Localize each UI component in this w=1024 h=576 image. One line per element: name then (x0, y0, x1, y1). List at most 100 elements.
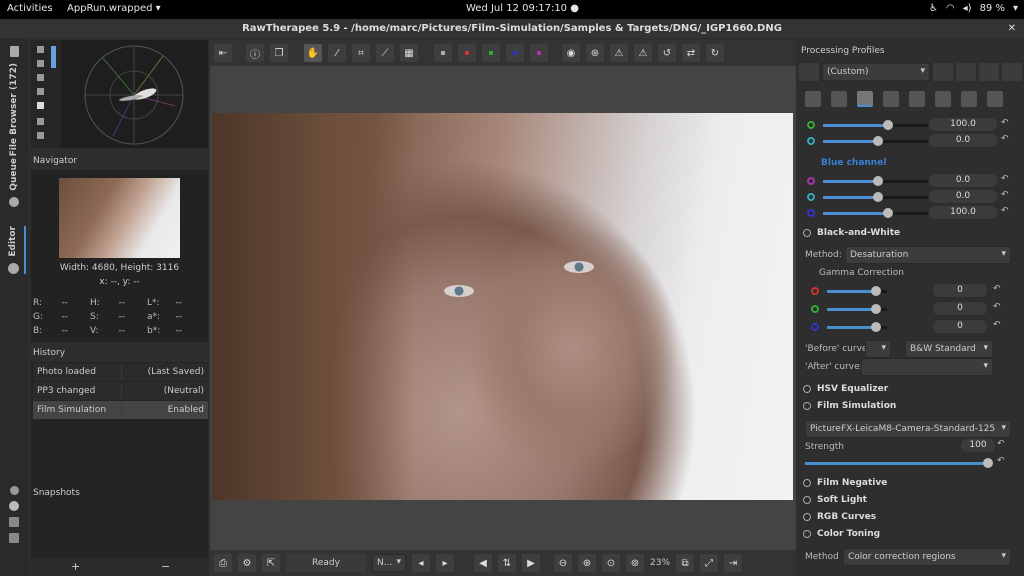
power-icon[interactable] (803, 529, 811, 538)
slider-value[interactable]: 0.0 (929, 190, 997, 203)
focus-mask-icon[interactable]: ◉ (562, 44, 580, 62)
prev-arrow-icon[interactable]: ◀ (474, 554, 492, 572)
navigator-thumbnail[interactable] (59, 178, 180, 258)
slider-value[interactable]: 0 (933, 302, 987, 315)
color-toning-header[interactable]: Color Toning (803, 529, 1009, 545)
reset-icon[interactable]: ↶ (1001, 206, 1009, 216)
add-snapshot-button[interactable]: + (71, 560, 80, 573)
reset-icon[interactable]: ↶ (1001, 190, 1009, 200)
reset-icon[interactable]: ↶ (1001, 118, 1009, 128)
local-tab-icon[interactable] (909, 91, 925, 107)
preview-channel-rgb[interactable] (434, 44, 452, 62)
slider-value[interactable]: 100.0 (929, 118, 997, 131)
film-negative-header[interactable]: Film Negative (803, 478, 1009, 494)
hide-left-panel-button[interactable]: ⇤ (214, 44, 232, 62)
next-arrow-icon[interactable]: ▶ (522, 554, 540, 572)
history-row[interactable]: Film Simulation Enabled (33, 401, 208, 419)
raw-tab-icon[interactable] (961, 91, 977, 107)
mixer-slider[interactable]: 0.0 ↶ (805, 134, 1011, 148)
zoom-100-icon[interactable]: ⊚ (626, 554, 644, 572)
zoom-in-icon[interactable]: ⊕ (578, 554, 596, 572)
fullscreen-toggle-icon[interactable]: ⤢ (700, 554, 719, 572)
info-icon[interactable]: ⓘ (246, 44, 264, 62)
help-icon[interactable] (9, 501, 19, 511)
sharpen-mask-icon[interactable]: ⊛ (586, 44, 604, 62)
slider-value[interactable]: 100.0 (929, 206, 997, 219)
crop-icon[interactable]: ⌗ (352, 44, 370, 62)
rotate-right-icon[interactable]: ↻ (706, 44, 724, 62)
main-photo-preview[interactable] (212, 113, 793, 500)
tab-queue[interactable]: Queue (2, 158, 26, 207)
zoom-out-icon[interactable]: ⊖ (554, 554, 572, 572)
flip-icon[interactable]: ⇄ (682, 44, 700, 62)
color-picker-icon[interactable]: ⁄ (328, 44, 346, 62)
close-icon[interactable]: ✕ (1008, 19, 1016, 38)
save-icon[interactable]: ⎙ (214, 554, 232, 572)
metadata-tab-icon[interactable] (987, 91, 1003, 107)
tab-file-browser[interactable]: File Browser (172) (2, 46, 26, 156)
straighten-icon[interactable]: ⟋ (376, 44, 394, 62)
clock[interactable]: Wed Jul 12 09:17:10 ● (466, 3, 579, 14)
sync-icon[interactable]: ⇅ (498, 554, 516, 572)
detail-tab-icon[interactable] (831, 91, 847, 107)
app-menu[interactable]: AppRun.wrapped ▾ (67, 3, 161, 14)
profile-list-icon[interactable] (799, 63, 819, 81)
next-image-icon[interactable]: ▸ (436, 554, 454, 572)
save-profile-icon[interactable] (956, 63, 976, 81)
histogram-blue-toggle[interactable] (37, 74, 44, 81)
soft-light-header[interactable]: Soft Light (803, 495, 1009, 511)
gamma-slider[interactable]: 0 ↶ (809, 302, 1011, 316)
transform-tab-icon[interactable] (935, 91, 951, 107)
slider-value[interactable]: 0 (933, 320, 987, 333)
new-detail-window-icon[interactable]: ⧉ (676, 554, 695, 572)
strength-value[interactable]: 100 (961, 439, 995, 452)
highlight-warning-icon[interactable]: ⚠ (634, 44, 652, 62)
system-tray[interactable]: ♿ ◠ ◂) 89 % ▾ (929, 3, 1018, 14)
histogram-red-toggle[interactable] (37, 46, 44, 53)
exposure-tab-icon[interactable] (805, 91, 821, 107)
history-row[interactable]: Photo loaded (Last Saved) (33, 363, 208, 381)
bw-header[interactable]: Black-and-White (803, 228, 1009, 244)
slider-value[interactable]: 0 (933, 284, 987, 297)
histogram-raw-toggle[interactable] (37, 118, 44, 125)
perspective-icon[interactable]: ▦ (400, 44, 418, 62)
preview-channel-g[interactable] (482, 44, 500, 62)
slider-value[interactable]: 0.0 (929, 174, 997, 187)
power-icon[interactable] (803, 495, 811, 504)
queue-add-icon[interactable]: ⚙ (238, 554, 256, 572)
preview-channel-l[interactable] (530, 44, 548, 62)
before-after-icon[interactable]: ❐ (270, 44, 288, 62)
reset-icon[interactable]: ↶ (1001, 174, 1009, 184)
color-tab-icon[interactable] (857, 91, 873, 107)
power-icon[interactable] (803, 384, 811, 393)
power-icon[interactable] (803, 401, 811, 410)
power-icon[interactable] (803, 478, 811, 487)
before-curve-select[interactable]: B&W Standard (905, 340, 993, 358)
previous-image-icon[interactable]: ◂ (412, 554, 430, 572)
grid-icon[interactable] (9, 533, 19, 543)
history-row[interactable]: PP3 changed (Neutral) (33, 382, 208, 400)
gamma-slider[interactable]: 0 ↶ (809, 320, 1011, 334)
shadow-warning-icon[interactable]: ⚠ (610, 44, 628, 62)
activities-button[interactable]: Activities (7, 3, 53, 14)
histogram-mode-toggle[interactable] (37, 132, 44, 139)
preview-channel-b[interactable] (506, 44, 524, 62)
power-icon[interactable] (803, 228, 811, 237)
hand-tool-icon[interactable]: ✋ (304, 44, 322, 62)
slider-value[interactable]: 0.0 (929, 134, 997, 147)
tab-editor[interactable]: Editor (2, 226, 26, 274)
histogram-scale-slider[interactable] (51, 46, 56, 68)
preview-channel-r[interactable] (458, 44, 476, 62)
histogram-green-toggle[interactable] (37, 60, 44, 67)
open-profile-icon[interactable] (933, 63, 953, 81)
advanced-tab-icon[interactable] (883, 91, 899, 107)
reset-icon[interactable]: ↶ (993, 284, 1001, 294)
reset-icon[interactable]: ↶ (1001, 134, 1009, 144)
hsv-header[interactable]: HSV Equalizer (803, 384, 1009, 400)
mixer-slider[interactable]: 0.0 ↶ (805, 174, 1011, 188)
external-editor-icon[interactable]: ⇱ (262, 554, 280, 572)
film-header[interactable]: Film Simulation (803, 401, 1009, 417)
paste-profile-icon[interactable] (1002, 63, 1022, 81)
film-profile-select[interactable]: PictureFX-LeicaM8-Camera-Standard-125 (805, 420, 1011, 438)
power-icon[interactable] (803, 512, 811, 521)
